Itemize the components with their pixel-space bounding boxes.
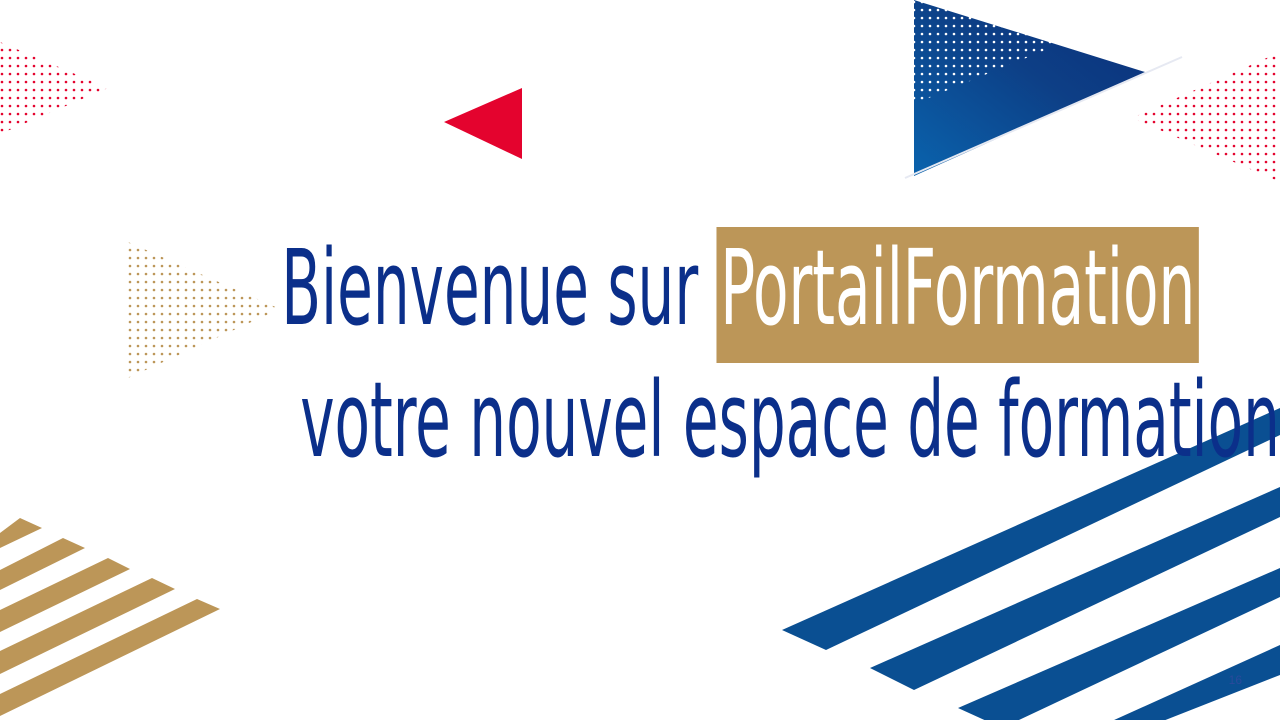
title-line-1: Bienvenue sur PortailFormation: [0, 214, 1280, 363]
subtitle: votre nouvel espace de formation: [300, 359, 1280, 481]
page-number: 16: [1228, 673, 1242, 687]
red-triangle-icon: [444, 88, 522, 159]
gold-stripes: [0, 518, 220, 716]
gold-stripe: [0, 518, 42, 548]
red-dotted-triangle-right-icon: [1132, 52, 1280, 182]
red-dotted-triangle-icon: [0, 42, 108, 134]
title-line-1-text: Bienvenue sur PortailFormation: [281, 214, 1199, 363]
title-prefix: Bienvenue sur: [281, 227, 717, 349]
title-highlight: PortailFormation: [716, 227, 1199, 363]
slide: Bienvenue sur PortailFormation votre nou…: [0, 0, 1280, 720]
title-line-2: votre nouvel espace de formation: [0, 355, 1280, 485]
